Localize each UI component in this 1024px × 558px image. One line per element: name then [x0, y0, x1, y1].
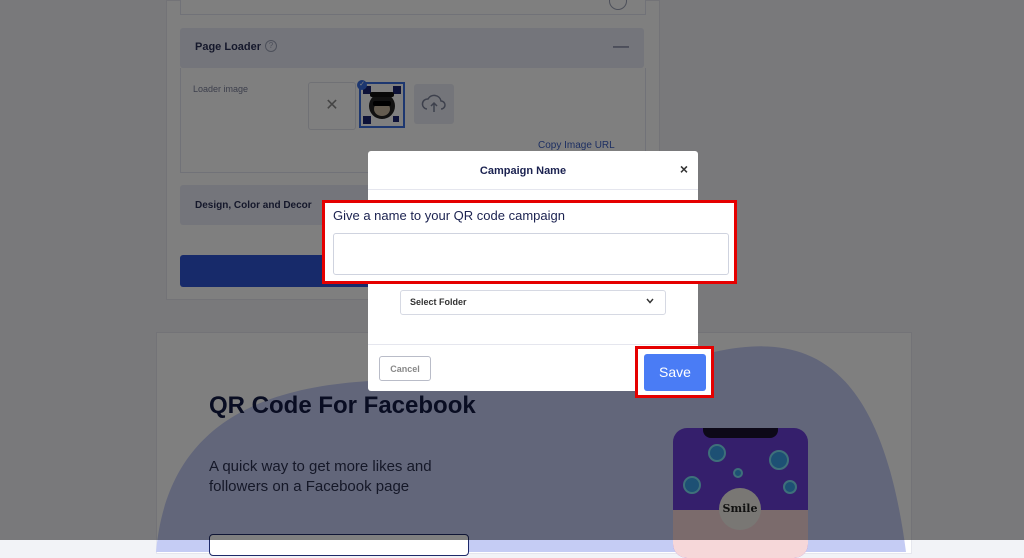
- campaign-name-input[interactable]: [333, 233, 729, 275]
- campaign-name-highlight: Give a name to your QR code campaign: [322, 200, 737, 284]
- save-button[interactable]: Save: [644, 354, 706, 391]
- folder-select[interactable]: Select Folder: [400, 290, 666, 315]
- modal-divider: [368, 344, 698, 345]
- save-highlight: Save: [635, 346, 714, 398]
- cancel-button[interactable]: Cancel: [379, 356, 431, 381]
- campaign-name-label: Give a name to your QR code campaign: [333, 208, 565, 223]
- modal-title: Campaign Name: [479, 165, 567, 177]
- modal-divider: [368, 189, 698, 190]
- folder-select-value: Select Folder: [410, 297, 467, 307]
- chevron-down-icon: [646, 298, 654, 304]
- close-icon[interactable]: ×: [680, 161, 688, 177]
